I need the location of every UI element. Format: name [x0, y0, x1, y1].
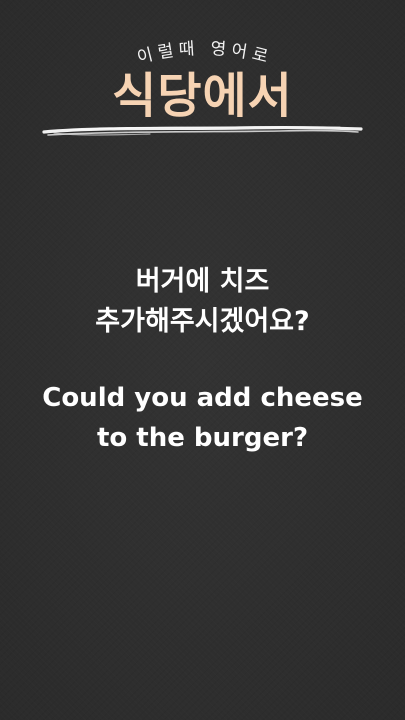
english-line-1: Could you add cheese — [42, 383, 363, 413]
page-title: 식당에서 — [112, 68, 293, 124]
korean-phrase: 버거에 치즈 추가해주시겠어요? — [0, 262, 405, 342]
english-line-2: to the burger? — [96, 423, 309, 453]
brush-underline — [42, 125, 363, 136]
korean-line-2: 추가해주시겠어요? — [95, 306, 310, 337]
korean-line-1: 버거에 치즈 — [135, 266, 270, 297]
english-phrase: Could you add cheese to the burger? — [0, 378, 405, 458]
